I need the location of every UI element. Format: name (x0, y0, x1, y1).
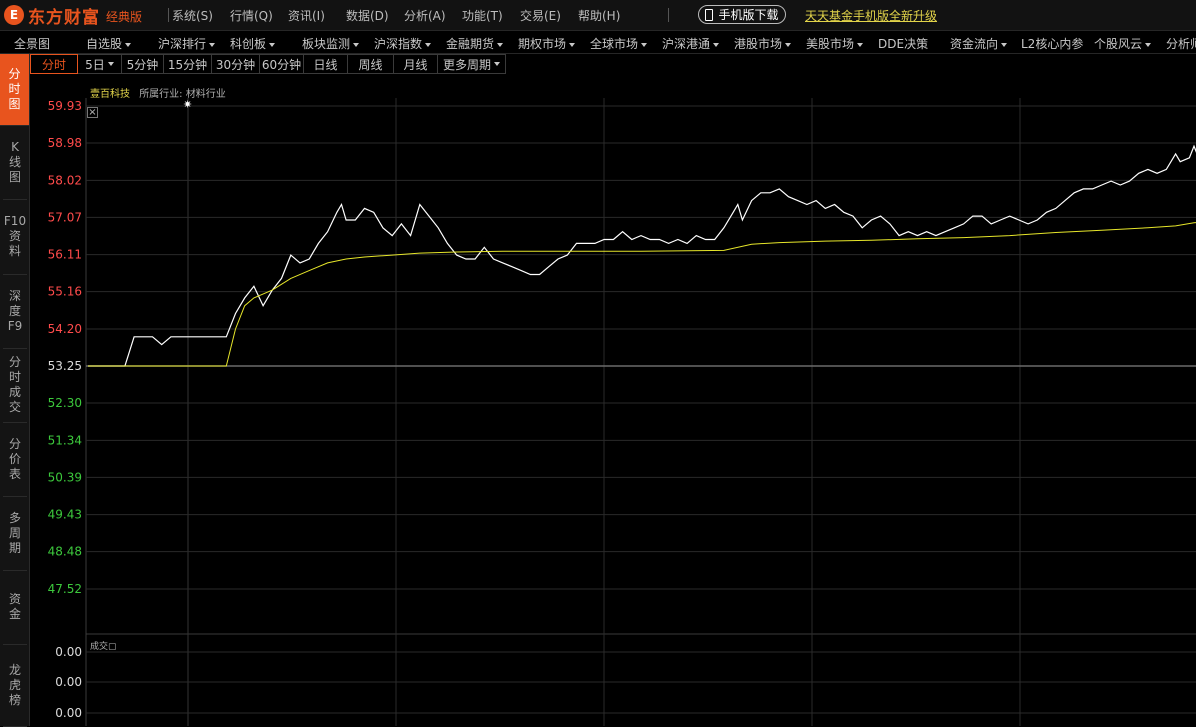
y-tick-label: 54.20 (48, 322, 82, 336)
y-tick-label: 48.48 (48, 545, 82, 559)
y-tick-label: 55.16 (48, 285, 82, 299)
volume-label: 成交▢ (90, 642, 117, 652)
price-line (88, 144, 1196, 367)
volume-tick-label: 0.00 (55, 675, 82, 689)
intraday-chart[interactable]: 59.93 58.98 58.02 57.07 56.11 55.16 54.20 53.25… (0, 0, 1196, 726)
y-tick-label: 50.39 (48, 470, 82, 484)
star-icon: ✷ (183, 98, 193, 111)
average-price-line (88, 222, 1196, 367)
volume-tick-label: 0.00 (55, 645, 82, 659)
y-tick-label: 57.07 (48, 210, 82, 224)
close-icon[interactable]: × (87, 107, 98, 118)
y-tick-label: 49.43 (48, 508, 82, 522)
y-tick-label: 58.98 (48, 136, 82, 150)
y-tick-label: 52.30 (48, 396, 82, 410)
y-tick-label: 56.11 (48, 248, 82, 262)
y-tick-label: 47.52 (48, 582, 82, 596)
volume-tick-label: 0.00 (55, 706, 82, 720)
y-tick-label: 51.34 (48, 433, 82, 447)
y-tick-label: 53.25 (48, 359, 82, 373)
y-tick-label: 59.93 (48, 99, 82, 113)
y-tick-label: 58.02 (48, 173, 82, 187)
